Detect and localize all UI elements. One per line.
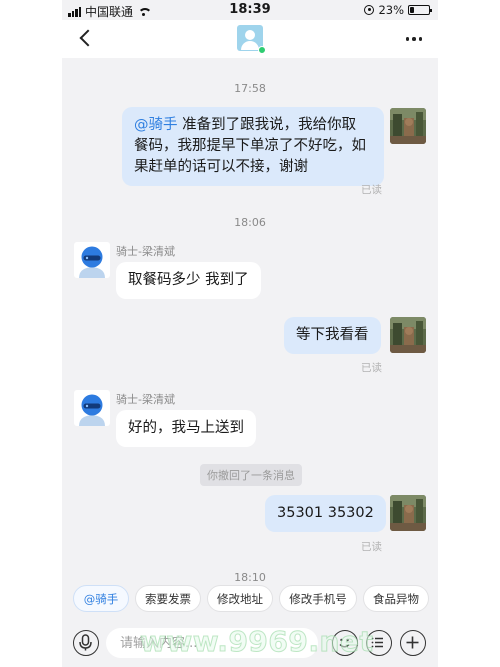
- plus-icon: [406, 636, 419, 649]
- message-line: 果赶单的话可以不接，谢谢: [134, 159, 308, 175]
- emoji-icon: [339, 638, 350, 648]
- user-avatar[interactable]: [390, 108, 426, 144]
- nav-bar: [62, 20, 438, 58]
- user-avatar[interactable]: [390, 317, 426, 353]
- quick-reply-foreign-object[interactable]: 食品异物: [363, 585, 429, 612]
- back-button[interactable]: [74, 27, 98, 51]
- timestamp: 18:06: [234, 216, 266, 229]
- chat-area[interactable]: 17:58 @骑手 准备到了跟我说，我给你取 餐码，我那提早下单凉了不好吃，如 …: [62, 58, 438, 584]
- microphone-icon: [79, 634, 92, 651]
- emoji-button[interactable]: [332, 630, 358, 656]
- online-indicator: [258, 46, 266, 54]
- status-bar: 中国联通 18:39 23%: [62, 0, 438, 20]
- battery-percent: 23%: [378, 3, 404, 17]
- rider-avatar[interactable]: [74, 242, 110, 278]
- chevron-left-icon: [79, 29, 97, 47]
- message-line: 餐码，我那提早下单凉了不好吃，如: [134, 138, 366, 154]
- orientation-lock-icon: [364, 5, 375, 15]
- outgoing-message[interactable]: 等下我看看: [284, 317, 381, 354]
- quick-reply-change-address[interactable]: 修改地址: [207, 585, 273, 612]
- voice-button[interactable]: [73, 630, 99, 656]
- read-status: 已读: [361, 541, 382, 553]
- system-message: 你撤回了一条消息: [200, 464, 302, 486]
- outgoing-message[interactable]: @骑手 准备到了跟我说，我给你取 餐码，我那提早下单凉了不好吃，如 果赶单的话可…: [122, 107, 384, 186]
- quick-reply-mention-rider[interactable]: @骑手: [73, 585, 129, 612]
- timestamp: 18:10: [234, 571, 266, 584]
- incoming-message[interactable]: 好的，我马上送到: [116, 410, 256, 447]
- more-horizontal-icon: [405, 37, 423, 41]
- read-status: 已读: [361, 184, 382, 196]
- message-input[interactable]: [106, 628, 318, 658]
- read-status: 已读: [361, 362, 382, 374]
- message-line: @骑手 准备到了跟我说，我给你取: [134, 117, 357, 133]
- mention-tag: @骑手: [134, 117, 178, 133]
- rider-avatar[interactable]: [74, 390, 110, 426]
- sender-name: 骑士-梁清斌: [116, 245, 175, 258]
- add-button[interactable]: [400, 630, 426, 656]
- menu-list-icon: [371, 637, 383, 648]
- incoming-message[interactable]: 取餐码多少 我到了: [116, 262, 261, 299]
- more-button[interactable]: [402, 29, 426, 49]
- outgoing-message[interactable]: 35301 35302: [265, 495, 386, 532]
- menu-button[interactable]: [366, 630, 392, 656]
- sender-name: 骑士-梁清斌: [116, 393, 175, 406]
- quick-reply-change-phone[interactable]: 修改手机号: [279, 585, 357, 612]
- input-bar: [62, 622, 438, 667]
- timestamp: 17:58: [234, 82, 266, 95]
- contact-avatar[interactable]: [237, 25, 266, 54]
- quick-reply-invoice[interactable]: 索要发票: [135, 585, 201, 612]
- battery-icon: [408, 5, 432, 15]
- user-avatar[interactable]: [390, 495, 426, 531]
- quick-reply-bar: @骑手 索要发票 修改地址 修改手机号 食品异物: [62, 585, 438, 613]
